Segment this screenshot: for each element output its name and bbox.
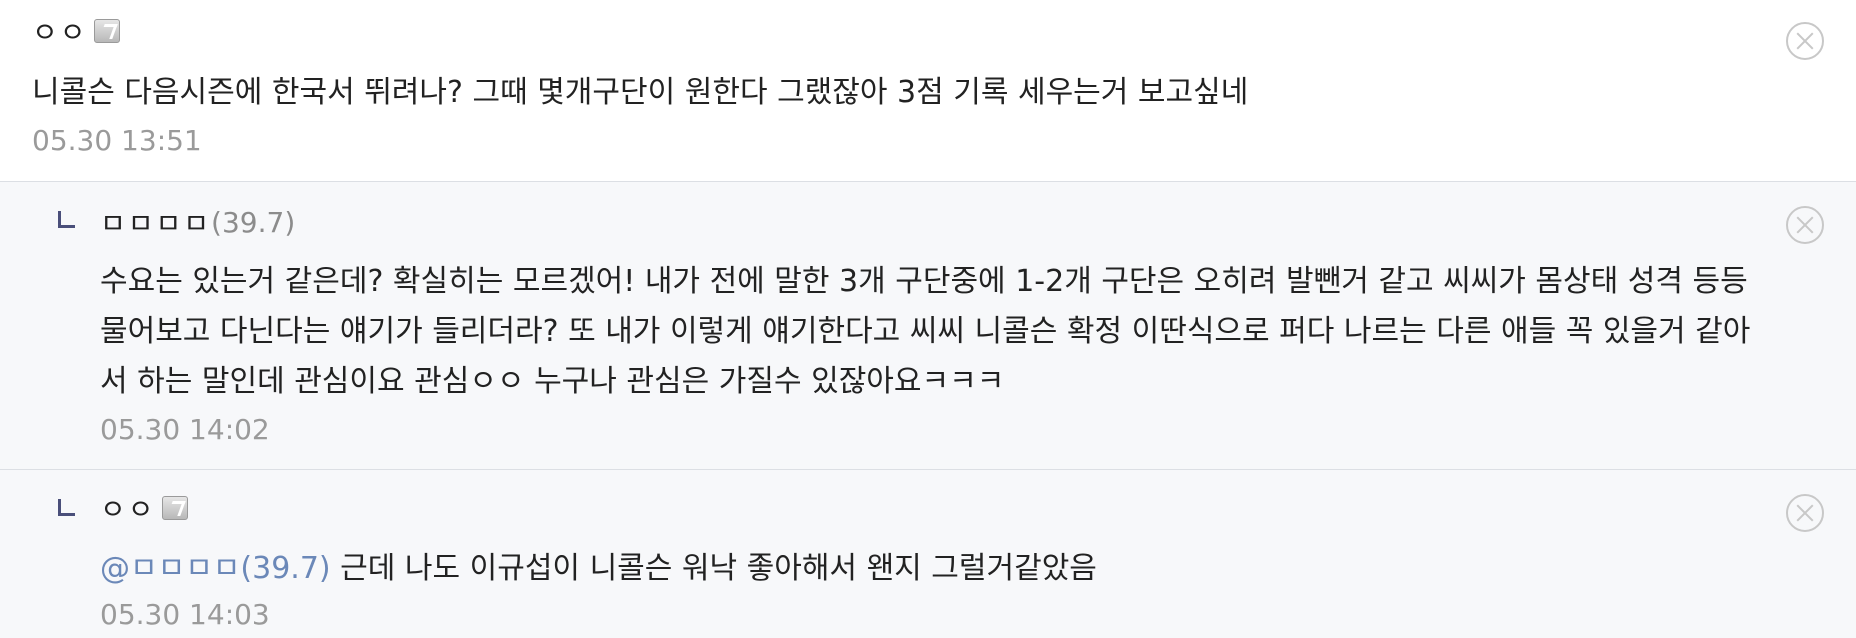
comment-author: ㅇㅇ	[32, 13, 120, 49]
reply-ip: (39.7)	[211, 205, 296, 239]
reply-timestamp: 05.30 14:03	[100, 598, 270, 631]
reply-item: ㅇㅇ @ㅁㅁㅁㅁ(39.7) 근데 나도 이규섭이 니콜슨 워낙 좋아해서 왠지…	[0, 470, 1856, 638]
reply-text: @ㅁㅁㅁㅁ(39.7) 근데 나도 이규섭이 니콜슨 워낙 좋아해서 왠지 그럴…	[100, 544, 1097, 594]
fixed-nick-badge-icon	[161, 496, 188, 520]
mention-link[interactable]: @ㅁㅁㅁㅁ(39.7)	[100, 551, 331, 586]
reply-arrow-icon	[58, 499, 75, 516]
reply-text-line: 물어보고 다닌다는 얘기가 들리더라? 또 내가 이렇게 얘기한다고 씨씨 니콜…	[100, 314, 1751, 349]
reply-text-body: 근데 나도 이규섭이 니콜슨 워낙 좋아해서 왠지 그럴거같았음	[340, 551, 1097, 586]
reply-author: ㅇㅇ	[100, 490, 188, 526]
comment-item: ㅇㅇ 니콜슨 다음시즌에 한국서 뛰려나? 그때 몇개구단이 원한다 그랬잖아 …	[0, 0, 1856, 182]
reply-author: ㅁㅁㅁㅁ (39.7)	[100, 202, 296, 242]
reply-nickname[interactable]: ㅇㅇ	[100, 488, 156, 528]
reply-item: ㅁㅁㅁㅁ (39.7) 수요는 있는거 같은데? 확실히는 모르겠어! 내가 전…	[0, 182, 1856, 470]
fixed-nick-badge-icon	[93, 19, 120, 43]
reply-text-line: 서 하는 말인데 관심이요 관심ㅇㅇ 누구나 관심은 가질수 있잖아요ㅋㅋㅋ	[100, 364, 1005, 399]
comment-list: ㅇㅇ 니콜슨 다음시즌에 한국서 뛰려나? 그때 몇개구단이 원한다 그랬잖아 …	[0, 0, 1856, 638]
reply-arrow-icon	[58, 211, 75, 228]
close-icon[interactable]	[1786, 22, 1824, 60]
comment-timestamp: 05.30 13:51	[32, 124, 202, 157]
close-icon[interactable]	[1786, 494, 1824, 532]
reply-timestamp: 05.30 14:02	[100, 413, 270, 446]
reply-nickname[interactable]: ㅁㅁㅁㅁ	[100, 202, 211, 242]
close-icon[interactable]	[1786, 206, 1824, 244]
reply-text: 수요는 있는거 같은데? 확실히는 모르겠어! 내가 전에 말한 3개 구단중에…	[100, 257, 1840, 407]
comment-nickname[interactable]: ㅇㅇ	[32, 11, 88, 51]
reply-text-line: 수요는 있는거 같은데? 확실히는 모르겠어! 내가 전에 말한 3개 구단중에…	[100, 264, 1748, 299]
comment-text: 니콜슨 다음시즌에 한국서 뛰려나? 그때 몇개구단이 원한다 그랬잖아 3점 …	[32, 75, 1249, 110]
